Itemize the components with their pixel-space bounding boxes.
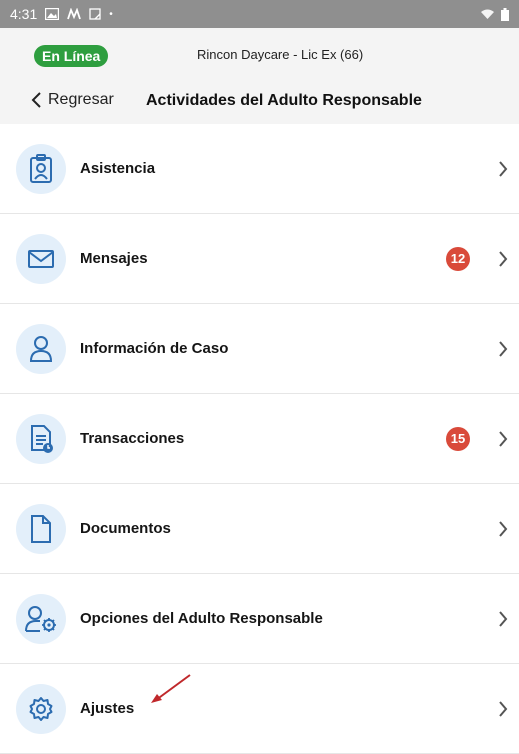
- menu-item-documentos[interactable]: Documentos: [0, 484, 519, 574]
- chevron-right-icon: [499, 610, 508, 627]
- unread-count-badge: 15: [446, 426, 470, 451]
- chevron-right-icon: [499, 160, 508, 177]
- menu-item-informacion-de-caso[interactable]: Información de Caso: [0, 304, 519, 394]
- annotation-arrow-icon: [151, 674, 191, 703]
- gallery-icon: [45, 8, 60, 20]
- menu-list: Asistencia Mensajes 12 Información de Ca…: [0, 124, 519, 754]
- online-status-badge: En Línea: [34, 45, 109, 67]
- menu-item-label: Información de Caso: [80, 340, 229, 357]
- envelope-icon: [16, 233, 66, 284]
- document-clock-icon: [16, 413, 66, 464]
- menu-item-transacciones[interactable]: Transacciones 15: [0, 394, 519, 484]
- chevron-right-icon: [499, 520, 508, 537]
- status-left: 4:31 •: [10, 6, 113, 22]
- screenshot-icon: [89, 8, 101, 20]
- menu-item-label: Transacciones: [80, 430, 185, 447]
- signal-app-icon: [67, 8, 82, 20]
- badge-id-icon: [16, 143, 66, 194]
- status-right: [480, 7, 509, 21]
- menu-item-label: Documentos: [80, 520, 171, 537]
- menu-item-label: Asistencia: [80, 160, 156, 177]
- chevron-right-icon: [499, 700, 508, 717]
- app-header: En Línea Rincon Daycare - Lic Ex (66) Re…: [0, 28, 519, 124]
- status-dot: •: [109, 8, 113, 20]
- menu-item-label: Ajustes: [80, 700, 135, 717]
- chevron-right-icon: [499, 250, 508, 267]
- chevron-left-icon: [31, 92, 41, 108]
- person-gear-icon: [16, 593, 66, 644]
- status-time: 4:31: [10, 6, 38, 22]
- menu-item-mensajes[interactable]: Mensajes 12: [0, 214, 519, 304]
- menu-item-opciones-adulto-responsable[interactable]: Opciones del Adulto Responsable: [0, 574, 519, 664]
- battery-icon: [501, 7, 509, 21]
- chevron-right-icon: [499, 340, 508, 357]
- gear-icon: [16, 683, 66, 734]
- provider-name: Rincon Daycare - Lic Ex (66): [197, 47, 364, 62]
- menu-item-asistencia[interactable]: Asistencia: [0, 124, 519, 214]
- page-title: Actividades del Adulto Responsable: [146, 92, 422, 109]
- menu-item-ajustes[interactable]: Ajustes: [0, 664, 519, 754]
- unread-count-badge: 12: [446, 246, 470, 271]
- status-bar: 4:31 •: [0, 0, 519, 28]
- wifi-icon: [481, 9, 494, 19]
- menu-item-label: Mensajes: [80, 250, 148, 267]
- person-icon: [16, 323, 66, 374]
- chevron-right-icon: [499, 430, 508, 447]
- back-button[interactable]: Regresar: [30, 91, 114, 109]
- file-icon: [16, 503, 66, 554]
- menu-item-label: Opciones del Adulto Responsable: [80, 610, 323, 627]
- back-label: Regresar: [48, 91, 114, 108]
